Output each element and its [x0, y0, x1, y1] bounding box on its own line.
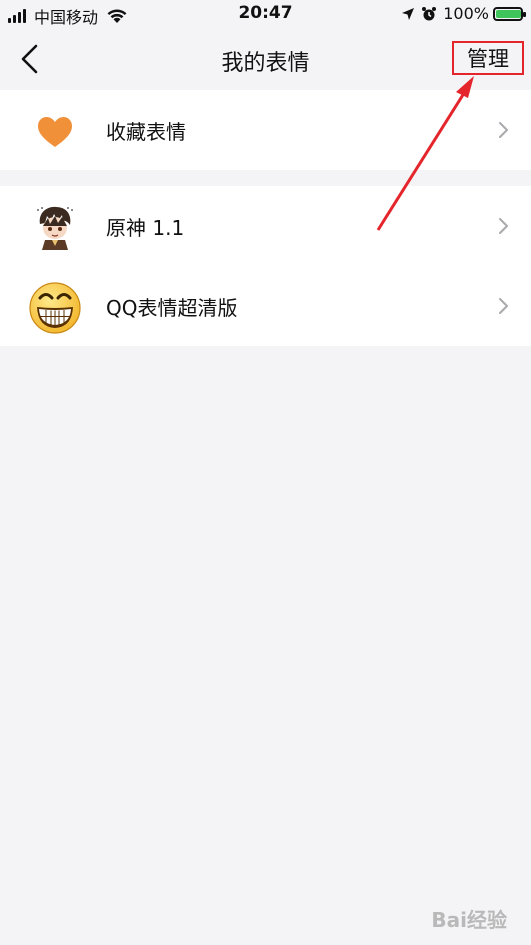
sticker-pack-label: 原神 1.1 — [106, 215, 185, 240]
genshin-sticker-icon — [37, 206, 73, 250]
heart-icon — [38, 117, 72, 147]
sticker-packs-section: 原神 1.1 QQ表情超清版 — [0, 186, 531, 346]
chevron-right-icon — [499, 122, 508, 138]
location-arrow-icon — [402, 7, 415, 20]
chevron-right-icon — [499, 298, 508, 314]
favorites-section: 收藏表情 — [0, 90, 531, 170]
manage-button[interactable]: 管理 — [452, 41, 524, 75]
alarm-clock-icon — [422, 6, 437, 20]
watermark: Bai经验 — [431, 908, 507, 932]
favorites-label: 收藏表情 — [106, 119, 186, 144]
sticker-pack-row[interactable]: QQ表情超清版 — [0, 266, 531, 346]
battery-percent: 100% — [443, 4, 489, 23]
status-right: 100% — [401, 4, 526, 23]
sticker-pack-label: QQ表情超清版 — [106, 295, 238, 320]
chevron-right-icon — [499, 218, 508, 234]
status-bar: 中国移动 20:47 100% — [0, 0, 531, 28]
battery-fill — [496, 9, 521, 18]
grin-emoji-icon — [29, 282, 81, 334]
favorites-row[interactable]: 收藏表情 — [0, 90, 531, 170]
battery-icon — [493, 6, 526, 21]
nav-bar: 我的表情 管理 — [0, 28, 531, 90]
sticker-pack-row[interactable]: 原神 1.1 — [0, 186, 531, 266]
